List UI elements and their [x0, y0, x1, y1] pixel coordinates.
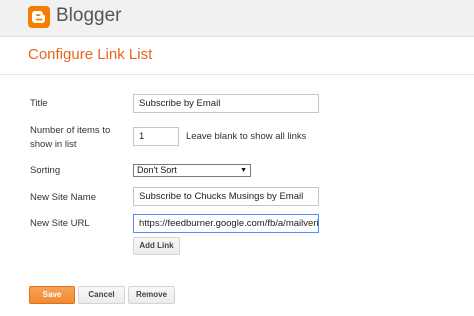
- page-title: Configure Link List: [28, 46, 153, 63]
- blogger-header: Blogger: [0, 0, 474, 37]
- cancel-button[interactable]: Cancel: [78, 286, 125, 304]
- items-hint: Leave blank to show all links: [186, 131, 307, 142]
- title-input[interactable]: Subscribe by Email: [133, 94, 319, 113]
- sorting-label: Sorting: [30, 165, 61, 176]
- brand-name: Blogger: [56, 5, 122, 26]
- items-count-input[interactable]: 1: [133, 127, 179, 146]
- add-link-button[interactable]: Add Link: [133, 237, 180, 255]
- site-name-label: New Site Name: [30, 192, 96, 203]
- remove-button[interactable]: Remove: [128, 286, 175, 304]
- divider: [0, 74, 474, 75]
- configure-link-list-page: Blogger Configure Link List Title Subscr…: [0, 0, 474, 316]
- dropdown-arrow-icon: ▼: [240, 167, 247, 174]
- site-url-label: New Site URL: [30, 218, 90, 229]
- save-button[interactable]: Save: [29, 286, 75, 304]
- items-label-line2: show in list: [30, 139, 77, 150]
- site-name-input[interactable]: Subscribe to Chucks Musings by Email: [133, 187, 319, 206]
- sorting-select[interactable]: Don't Sort ▼: [133, 164, 251, 177]
- site-url-input[interactable]: https://feedburner.google.com/fb/a/mailv…: [133, 214, 319, 233]
- sorting-selected-value: Don't Sort: [137, 165, 177, 175]
- items-label-line1: Number of items to: [30, 125, 111, 136]
- blogger-logo-icon[interactable]: [28, 6, 50, 28]
- title-label: Title: [30, 98, 48, 109]
